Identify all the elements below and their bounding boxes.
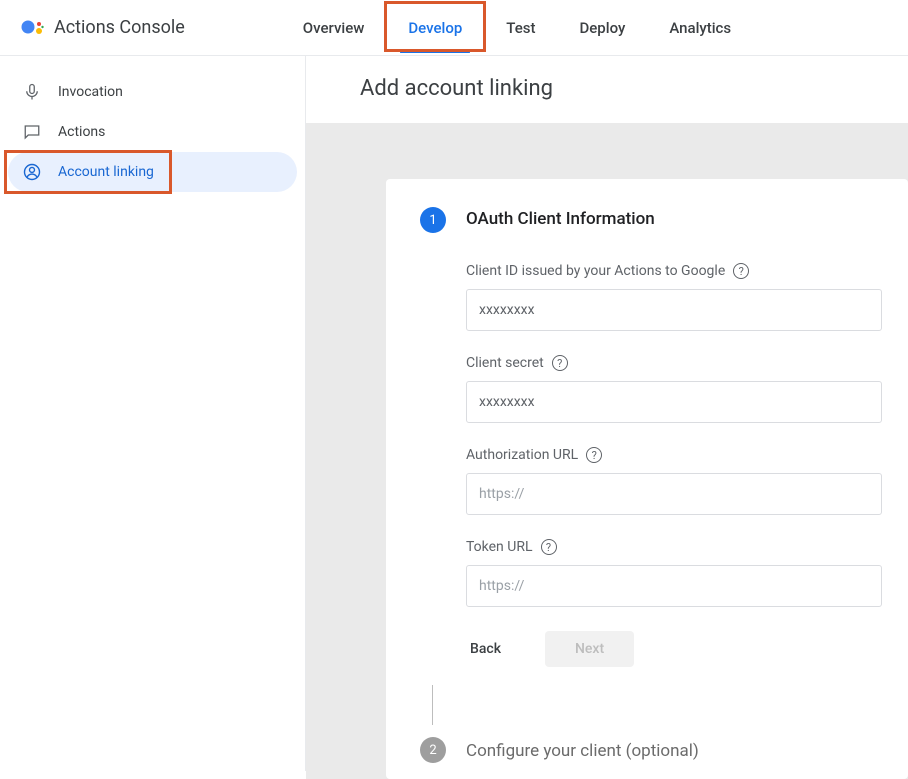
help-icon[interactable]: ?: [586, 447, 602, 463]
oauth-card: 1 OAuth Client Information Client ID iss…: [386, 179, 908, 779]
sidebar-item-account-linking[interactable]: Account linking: [0, 152, 305, 192]
step-1-header: 1 OAuth Client Information: [386, 207, 908, 233]
step-2-header[interactable]: 2 Configure your client (optional): [386, 737, 908, 763]
page-body: 1 OAuth Client Information Client ID iss…: [306, 123, 908, 779]
next-button[interactable]: Next: [545, 631, 634, 667]
page-title: Add account linking: [306, 56, 908, 123]
assistant-logo-icon: [20, 16, 44, 40]
tab-test[interactable]: Test: [488, 5, 553, 51]
step-2-title: Configure your client (optional): [466, 741, 699, 761]
app-title: Actions Console: [54, 17, 185, 38]
top-nav: Overview Develop Test Deploy Analytics: [285, 5, 749, 51]
topbar: Actions Console Overview Develop Test De…: [0, 0, 908, 56]
back-button[interactable]: Back: [466, 637, 505, 661]
sidebar-item-invocation[interactable]: Invocation: [0, 72, 305, 112]
auth-url-label: Authorization URL: [466, 447, 578, 463]
sidebar-item-label: Account linking: [58, 164, 154, 180]
tab-analytics[interactable]: Analytics: [651, 5, 749, 51]
help-icon[interactable]: ?: [733, 263, 749, 279]
sidebar: Invocation Actions Account linking: [0, 56, 306, 771]
step-connector-line: [432, 685, 433, 725]
tab-overview[interactable]: Overview: [285, 5, 383, 51]
token-url-label: Token URL: [466, 539, 533, 555]
auth-url-input[interactable]: [466, 473, 882, 515]
tab-develop[interactable]: Develop: [390, 5, 480, 51]
token-url-input[interactable]: [466, 565, 882, 607]
help-icon[interactable]: ?: [541, 539, 557, 555]
chat-icon: [22, 122, 42, 142]
logo: Actions Console: [20, 16, 185, 40]
client-id-label: Client ID issued by your Actions to Goog…: [466, 263, 725, 279]
client-id-input[interactable]: [466, 289, 882, 331]
sidebar-item-actions[interactable]: Actions: [0, 112, 305, 152]
mic-icon: [22, 82, 42, 102]
client-secret-label: Client secret: [466, 355, 544, 371]
sidebar-item-label: Invocation: [58, 84, 123, 100]
content-area: Add account linking 1 OAuth Client Infor…: [306, 56, 908, 771]
tab-deploy[interactable]: Deploy: [561, 5, 643, 51]
client-secret-input[interactable]: [466, 381, 882, 423]
step-2-number: 2: [420, 737, 446, 763]
help-icon[interactable]: ?: [552, 355, 568, 371]
sidebar-item-label: Actions: [58, 124, 105, 140]
step-1-number: 1: [420, 207, 446, 233]
account-icon: [22, 162, 42, 182]
step-1-title: OAuth Client Information: [466, 209, 655, 229]
